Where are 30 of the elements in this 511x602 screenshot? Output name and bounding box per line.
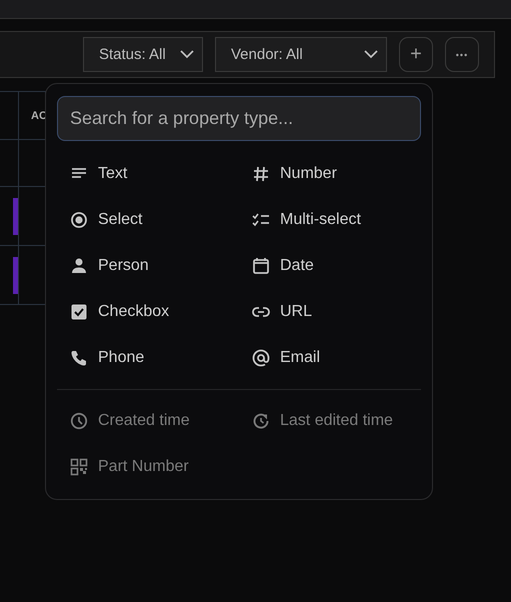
phone-icon [70,349,88,367]
qr-code-icon [70,458,88,476]
add-button[interactable]: + [399,37,433,72]
more-button[interactable]: ••• [445,37,479,72]
menu-item[interactable]: Date [239,243,421,289]
clock-icon [70,412,88,430]
menu-item[interactable]: Phone [57,335,239,381]
menu-item[interactable]: Select [57,197,239,243]
hash-icon [252,165,270,183]
menu-item[interactable]: Person [57,243,239,289]
chevron-icon [180,50,194,59]
menu-item[interactable]: Email [239,335,421,381]
filter-dropdown[interactable]: Vendor: All [215,37,387,72]
menu-item[interactable]: Text [57,151,239,197]
history-icon [252,412,270,430]
chevron-icon [364,50,378,59]
radio-icon [70,211,88,229]
menu-item[interactable]: Number [239,151,421,197]
menu-item[interactable]: URL [239,289,421,335]
at-sign-icon [252,349,270,367]
search-field[interactable]: Search for a property type... [57,96,421,141]
calendar-icon [252,257,270,275]
person-icon [70,257,88,275]
filter-dropdown[interactable]: Status: All [83,37,203,72]
checklist-icon [252,211,270,229]
button-edge [13,198,18,234]
button-edge [13,256,18,294]
checkbox-icon [70,303,88,321]
menu-item[interactable]: Checkbox [57,289,239,335]
menu-item[interactable]: Multi-select [239,197,421,243]
